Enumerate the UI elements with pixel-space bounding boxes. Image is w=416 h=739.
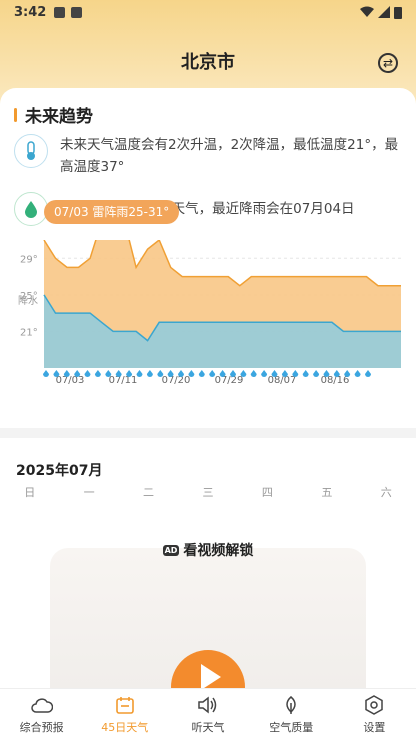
rain-dot	[53, 370, 60, 377]
leaf-icon	[280, 694, 302, 716]
bottom-tab-bar: 综合预报 45日天气 听天气 空气质量 设置	[0, 688, 416, 739]
rain-dot	[198, 370, 205, 377]
trend-chart: 29°25°21°降水日期 07/0307/1107/2007/2908/070…	[0, 211, 416, 426]
status-icons	[360, 6, 402, 19]
weekday: 一	[83, 486, 95, 499]
rain-dot	[323, 370, 330, 377]
rain-dot	[157, 370, 164, 377]
x-tick-label: 08/07	[268, 375, 297, 386]
weekday: 五	[321, 486, 333, 499]
signal-icon	[378, 6, 390, 18]
rain-dot	[178, 370, 184, 377]
title-accent-bar	[14, 107, 17, 122]
chart-tooltip: 07/03 雷阵雨25-31°	[44, 200, 180, 224]
rain-dot	[313, 370, 320, 377]
switch-city-icon[interactable]: ⇄	[378, 53, 398, 73]
tab-45day[interactable]: 45日天气	[83, 689, 166, 739]
rain-dot	[209, 370, 216, 377]
x-tick-label: 07/29	[215, 375, 244, 386]
battery-icon	[394, 6, 402, 19]
tab-label: 综合预报	[19, 720, 64, 734]
rain-dot	[115, 370, 122, 377]
weekday: 三	[202, 486, 214, 499]
tab-air-quality[interactable]: 空气质量	[250, 689, 333, 739]
status-time: 3:42	[14, 4, 47, 20]
temp-summary-row: 未来天气温度会有2次升温，2次降温，最低温度21°，最高温度37°	[14, 134, 404, 178]
rain-dot	[136, 370, 143, 377]
rain-dot	[126, 370, 133, 377]
tab-settings[interactable]: 设置	[333, 689, 416, 739]
calendar-section: 2025年07月 日 一 二 三 四 五 六 AD 看视频解锁	[0, 438, 416, 728]
y-tick-label: 29°	[20, 254, 38, 265]
tab-forecast[interactable]: 综合预报	[0, 689, 83, 739]
tab-label: 听天气	[191, 720, 225, 734]
rain-dot	[94, 370, 101, 377]
trend-card: 未来趋势 未来天气温度会有2次升温，2次降温，最低温度21°，最高温度37° 未…	[0, 88, 416, 428]
calendar-month: 2025年07月	[16, 463, 103, 479]
weekday: 二	[143, 486, 155, 499]
rain-dot	[74, 370, 81, 377]
rain-dot	[63, 370, 70, 377]
rain-dot	[105, 370, 112, 377]
notification-square-icon	[71, 6, 83, 18]
rain-dot	[292, 370, 299, 377]
weekday: 日	[24, 486, 36, 499]
rain-dot	[219, 370, 226, 377]
speaker-icon	[197, 694, 219, 716]
ad-badge-icon: AD	[162, 544, 180, 556]
unlock-label[interactable]: 看视频解锁	[183, 540, 253, 560]
rain-dot	[43, 370, 49, 377]
rain-dot	[365, 370, 371, 377]
rain-dot	[146, 370, 153, 377]
rain-dot	[271, 370, 278, 377]
settings-icon	[363, 694, 385, 716]
temp-summary: 未来天气温度会有2次升温，2次降温，最低温度21°，最高温度37°	[60, 137, 399, 175]
rain-dot	[250, 370, 257, 377]
rain-dot	[261, 370, 268, 377]
unlock-banner[interactable]: AD 看视频解锁	[0, 540, 416, 560]
weekday: 四	[261, 486, 273, 499]
x-tick-label: 07/03	[56, 375, 85, 386]
rain-dot	[302, 370, 309, 377]
tab-label: 空气质量	[269, 720, 314, 734]
rain-dot	[84, 370, 91, 377]
trend-chart-svg: 29°25°21°降水日期 07/0307/1107/2007/2908/070…	[18, 211, 401, 426]
wifi-icon	[360, 6, 374, 17]
rain-dot	[281, 370, 288, 377]
cloud-icon	[30, 694, 53, 716]
rain-dot	[167, 370, 174, 377]
thermometer-icon	[14, 134, 48, 168]
rain-dot	[354, 370, 361, 377]
status-bar: 3:42	[0, 0, 416, 24]
rain-dot	[230, 370, 236, 377]
tab-label: 45日天气	[101, 720, 149, 734]
rain-dot	[240, 370, 247, 377]
rain-dot	[333, 370, 340, 377]
trend-title-text: 未来趋势	[25, 107, 93, 127]
weekday-header: 日 一 二 三 四 五 六	[0, 484, 416, 500]
x-tick-label: 07/20	[162, 375, 191, 386]
raindrop-icon	[14, 192, 48, 226]
trend-title: 未来趋势	[14, 102, 93, 127]
weekday: 六	[380, 486, 392, 499]
notification-a-icon	[54, 6, 66, 18]
rain-axis-label: 降水	[18, 294, 38, 307]
x-tick-label: 08/16	[321, 375, 350, 386]
tab-listen[interactable]: 听天气	[166, 689, 249, 739]
header: 北京市 ⇄	[0, 46, 416, 80]
calendar-icon	[114, 694, 136, 716]
tab-label: 设置	[363, 720, 386, 734]
y-tick-label: 21°	[20, 327, 38, 338]
x-tick-label: 07/11	[109, 375, 138, 386]
rain-dot	[188, 370, 195, 377]
rain-dot	[344, 370, 351, 377]
city-title[interactable]: 北京市	[181, 52, 235, 73]
